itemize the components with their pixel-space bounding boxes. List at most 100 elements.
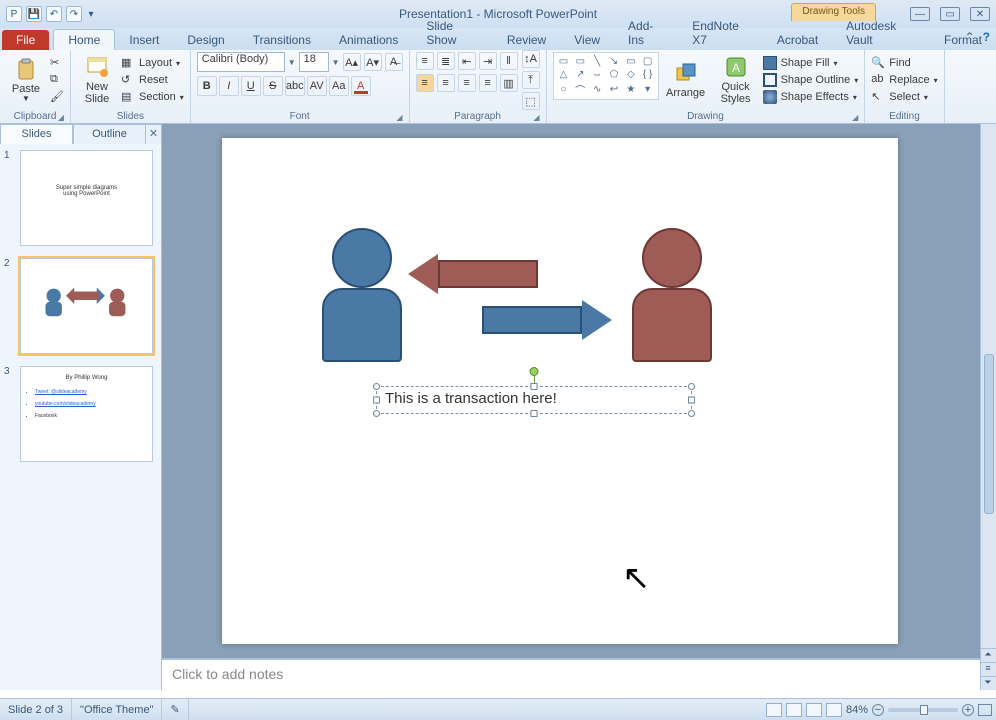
tab-review[interactable]: Review [493,30,560,50]
resize-handle[interactable] [531,410,538,417]
replace-button[interactable]: abReplace ▾ [871,73,937,87]
slide-canvas[interactable]: This is a transaction here! ↖ [222,138,898,644]
new-slide-button[interactable]: New Slide [77,52,117,108]
clipboard-dialog-launcher[interactable]: ◢ [58,113,64,122]
zoom-slider-thumb[interactable] [920,705,928,715]
align-text-button[interactable]: ⤒ [522,71,540,89]
zoom-in-button[interactable]: + [962,704,974,716]
copy-icon[interactable]: ⧉ [50,73,64,87]
shape-fill-button[interactable]: Shape Fill ▾ [763,56,859,70]
slide-edit-area[interactable]: This is a transaction here! ↖ ⏶ ≡ ⏷ Clic… [162,124,996,690]
view-slideshow-button[interactable] [826,703,842,717]
quick-styles-button[interactable]: A Quick Styles [713,52,759,108]
drawing-dialog-launcher[interactable]: ◢ [852,113,858,122]
slide-thumbnail-1[interactable]: Super simple diagramsusing PowerPoint [20,150,153,246]
shapes-gallery[interactable]: ▭▭╲↘▭▢ △↗⇔⬠◇{ } ○⌒∿↩★▾ [553,52,659,100]
undo-icon[interactable]: ↶ [46,6,62,22]
resize-handle[interactable] [688,383,695,390]
view-sorter-button[interactable] [786,703,802,717]
resize-handle[interactable] [688,397,695,404]
save-icon[interactable]: 💾 [26,6,42,22]
layout-button[interactable]: ▦Layout ▾ [121,56,184,70]
resize-handle[interactable] [688,410,695,417]
bullets-button[interactable]: ≡ [416,52,434,70]
columns-button[interactable]: ▥ [500,74,518,92]
strike-button[interactable]: S [263,76,283,96]
arrange-button[interactable]: Arrange [663,52,709,108]
textbox-text[interactable]: This is a transaction here! [385,390,557,407]
zoom-slider[interactable] [888,708,958,712]
font-size-select[interactable]: 18 [299,52,329,72]
italic-button[interactable]: I [219,76,239,96]
resize-handle[interactable] [373,410,380,417]
slide-thumbnail-2[interactable] [20,258,153,354]
close-button[interactable]: ✕ [970,7,990,21]
numbering-button[interactable]: ≣ [437,52,455,70]
align-right-button[interactable]: ≡ [458,74,476,92]
section-button[interactable]: ▤Section ▾ [121,90,184,104]
increase-indent-button[interactable]: ⇥ [479,52,497,70]
paragraph-dialog-launcher[interactable]: ◢ [533,113,539,122]
justify-button[interactable]: ≡ [479,74,497,92]
bold-button[interactable]: B [197,76,217,96]
shape-arrow-right[interactable] [482,300,612,340]
slide-thumbnail-3[interactable]: By Phillip Wong Tweet: @slideacademy you… [20,366,153,462]
decrease-indent-button[interactable]: ⇤ [458,52,476,70]
line-spacing-button[interactable]: ‖ [500,52,518,70]
tab-endnote[interactable]: EndNote X7 [678,16,763,50]
shape-arrow-left[interactable] [408,254,538,294]
font-dialog-launcher[interactable]: ◢ [396,113,402,122]
restore-button[interactable]: ▭ [940,7,960,21]
prev-slide-button[interactable]: ⏶ [980,648,996,662]
tab-addins[interactable]: Add-Ins [614,16,678,50]
chevron-down-icon[interactable]: ▼ [332,58,340,67]
resize-handle[interactable] [373,383,380,390]
char-spacing-button[interactable]: AV [307,76,327,96]
resize-handle[interactable] [531,383,538,390]
grow-font-button[interactable]: A▴ [343,53,361,71]
cut-icon[interactable]: ✂ [50,56,64,70]
tab-design[interactable]: Design [173,30,238,50]
zoom-out-button[interactable]: − [872,704,884,716]
fit-to-window-button[interactable] [978,704,992,716]
font-color-button[interactable]: A [351,76,371,96]
shape-effects-button[interactable]: Shape Effects ▾ [763,90,859,104]
tab-animations[interactable]: Animations [325,30,412,50]
panel-tab-slides[interactable]: Slides [0,124,73,144]
reset-button[interactable]: ↺Reset [121,73,184,87]
resize-handle[interactable] [373,397,380,404]
minimize-ribbon-icon[interactable]: ⌃ [965,30,975,44]
help-icon[interactable]: ? [983,30,990,44]
scroll-thumb[interactable] [984,354,994,514]
chevron-down-icon[interactable]: ▼ [288,58,296,67]
tab-insert[interactable]: Insert [115,30,173,50]
select-button[interactable]: ↖Select ▾ [871,90,937,104]
tab-file[interactable]: File [2,30,49,50]
tab-view[interactable]: View [560,30,614,50]
slide-browse-button[interactable]: ≡ [980,662,996,676]
tab-vault[interactable]: Autodesk Vault [832,16,930,50]
paste-button[interactable]: Paste ▼ [6,52,46,108]
qat-customize-icon[interactable]: ▾ [86,6,96,22]
font-name-select[interactable]: Calibri (Body) [197,52,285,72]
view-normal-button[interactable] [766,703,782,717]
align-left-button[interactable]: ≡ [416,74,434,92]
smartart-button[interactable]: ⬚ [522,92,540,110]
notes-pane[interactable]: Click to add notes [162,658,980,690]
textbox-transaction[interactable]: This is a transaction here! [376,386,692,414]
format-painter-icon[interactable]: 🖌 [50,90,64,104]
clear-formatting-button[interactable]: A̶ [385,53,403,71]
redo-icon[interactable]: ↷ [66,6,82,22]
tab-acrobat[interactable]: Acrobat [763,30,832,50]
panel-close-icon[interactable]: ✕ [146,124,162,144]
align-center-button[interactable]: ≡ [437,74,455,92]
text-direction-button[interactable]: ↕A [522,50,540,68]
underline-button[interactable]: U [241,76,261,96]
next-slide-button[interactable]: ⏷ [980,676,996,690]
find-button[interactable]: 🔍Find [871,56,937,70]
change-case-button[interactable]: Aa [329,76,349,96]
shape-outline-button[interactable]: Shape Outline ▾ [763,73,859,87]
status-spellcheck-icon[interactable]: ✎ [162,699,188,720]
shadow-button[interactable]: abc [285,76,305,96]
panel-tab-outline[interactable]: Outline [73,124,146,144]
